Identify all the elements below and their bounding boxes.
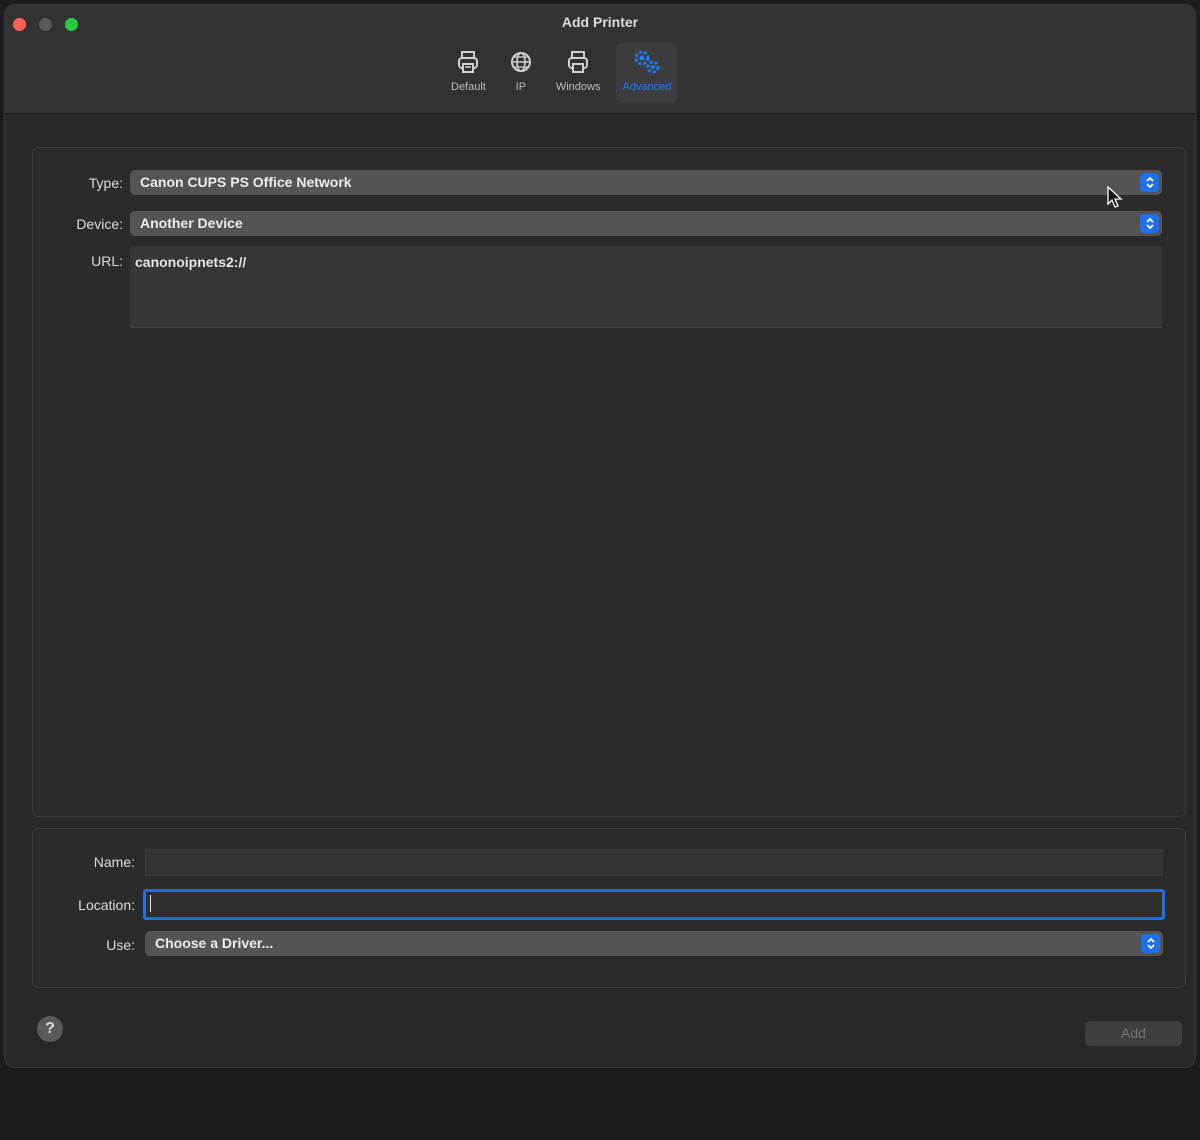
chevron-updown-icon (1140, 214, 1159, 233)
type-select[interactable]: Canon CUPS PS Office Network (130, 170, 1162, 195)
type-value: Canon CUPS PS Office Network (140, 174, 352, 190)
title-bar: Add Printer Default IP Windows Advanced (5, 5, 1195, 114)
location-field[interactable] (143, 889, 1165, 920)
tab-default[interactable]: Default (445, 43, 492, 103)
help-button[interactable]: ? (37, 1016, 63, 1042)
printer-icon (455, 47, 481, 77)
device-label: Device: (76, 216, 123, 232)
tab-default-label: Default (451, 81, 486, 93)
driver-value: Choose a Driver... (155, 935, 274, 951)
tab-ip-label: IP (515, 81, 527, 93)
type-label: Type: (88, 175, 123, 191)
tab-windows[interactable]: Windows (550, 43, 607, 103)
connection-panel: Type: Canon CUPS PS Office Network Devic… (32, 147, 1186, 817)
printer-details-panel: Name: Location: Use: Choose a Driver... (32, 828, 1186, 988)
url-value: canonoipnets2:// (135, 254, 247, 270)
name-label: Name: (93, 854, 135, 870)
tab-advanced-label: Advanced (622, 81, 672, 93)
location-label: Location: (78, 897, 135, 913)
use-label: Use: (106, 937, 135, 953)
device-value: Another Device (140, 215, 243, 231)
globe-icon (508, 47, 534, 77)
add-button[interactable]: Add (1085, 1021, 1182, 1046)
mouse-pointer-icon (1107, 185, 1123, 215)
tab-ip[interactable]: IP (502, 43, 540, 103)
text-caret (150, 895, 151, 912)
url-field[interactable]: canonoipnets2:// (130, 246, 1162, 328)
url-label: URL: (91, 253, 123, 269)
name-field[interactable] (145, 849, 1163, 876)
driver-select[interactable]: Choose a Driver... (145, 931, 1163, 956)
chevron-updown-icon (1140, 173, 1159, 192)
window-title: Add Printer (561, 14, 639, 30)
gears-icon (631, 47, 663, 77)
device-select[interactable]: Another Device (130, 211, 1162, 236)
tab-windows-label: Windows (555, 81, 601, 93)
tab-advanced[interactable]: Advanced (616, 43, 678, 103)
toolbar: Default IP Windows Advanced (445, 43, 678, 103)
chevron-updown-icon (1141, 934, 1160, 953)
add-printer-window: Add Printer Default IP Windows Advanced … (5, 5, 1195, 1067)
printer-icon (565, 47, 591, 77)
